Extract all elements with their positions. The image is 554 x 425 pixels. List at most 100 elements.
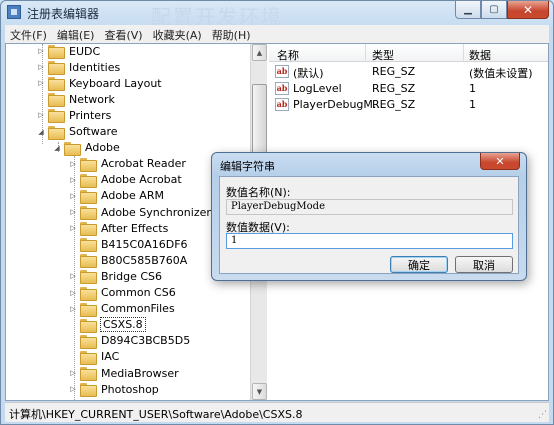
folder-icon — [80, 173, 97, 188]
column-header-data[interactable]: 数据 — [469, 47, 491, 63]
tree-item[interactable]: ▷ Keyboard Layout — [36, 75, 162, 92]
folder-icon — [48, 77, 65, 92]
menu-help[interactable]: 帮助(H) — [207, 25, 256, 43]
tree-item[interactable]: Network — [36, 91, 115, 108]
title-bar[interactable]: 注册表编辑器 配置开发环境 ▁ ▢ ✕ — [1, 1, 553, 29]
dialog-title: 编辑字符串 — [220, 160, 275, 173]
folder-icon — [48, 45, 65, 59]
expand-arrow-icon[interactable]: ▷ — [68, 385, 78, 393]
column-divider[interactable] — [463, 44, 464, 62]
tree-item-label: Adobe Synchronizer — [101, 205, 211, 219]
folder-icon — [48, 125, 65, 140]
tree-item-label: Software — [69, 125, 118, 138]
tree-item[interactable]: ▷ Printers — [36, 107, 111, 124]
folder-icon — [80, 254, 97, 269]
value-data: (数值未设置) — [469, 67, 533, 80]
tree-item-label: EUDC — [69, 44, 101, 58]
tree-item[interactable]: ▷ Adobe Synchronizer — [68, 204, 211, 220]
dialog-body: 数值名称(N): PlayerDebugMode 数值数据(V): 1 确定 取… — [219, 176, 519, 274]
scroll-up-arrow-icon[interactable]: ▲ — [252, 44, 267, 61]
tree-item[interactable]: ▷ EUDC — [36, 44, 100, 59]
collapse-arrow-icon[interactable]: ◢ — [52, 144, 62, 152]
window-title: 注册表编辑器 — [27, 7, 100, 21]
folder-icon — [80, 157, 97, 172]
folder-icon — [48, 109, 65, 124]
tree-item[interactable]: ▷ MediaBrowser — [68, 365, 179, 381]
expand-arrow-icon[interactable]: ▷ — [68, 208, 78, 216]
collapse-arrow-icon[interactable]: ◢ — [36, 128, 46, 136]
tree-item[interactable]: ▷ CommonFiles — [68, 301, 175, 317]
expand-arrow-icon[interactable]: ▷ — [68, 176, 78, 184]
tree-item[interactable]: ▷ Photoshop — [68, 381, 159, 398]
folder-icon — [80, 334, 97, 349]
folder-icon — [80, 286, 97, 301]
tree-item[interactable]: ▷ Common CS6 — [68, 285, 176, 301]
tree-item[interactable]: ▷ Acrobat Reader — [68, 156, 186, 172]
scroll-down-arrow-icon[interactable]: ▼ — [252, 383, 267, 400]
menu-favorites[interactable]: 收藏夹(A) — [148, 25, 207, 43]
expand-arrow-icon[interactable]: ▷ — [68, 305, 78, 313]
menu-bar: 文件(F) 编辑(E) 查看(V) 收藏夹(A) 帮助(H) — [5, 25, 549, 43]
menu-edit[interactable]: 编辑(E) — [52, 25, 100, 43]
tree-item-label: Common CS6 — [101, 286, 176, 299]
cancel-button[interactable]: 取消 — [455, 256, 513, 273]
column-header-type[interactable]: 类型 — [372, 47, 394, 63]
column-divider[interactable] — [365, 44, 366, 62]
expand-arrow-icon[interactable]: ▷ — [68, 224, 78, 232]
edit-string-dialog: 编辑字符串 ✕ 数值名称(N): PlayerDebugMode 数值数据(V)… — [211, 152, 527, 281]
value-row[interactable]: ab PlayerDebugM... REG_SZ 1 — [269, 97, 548, 113]
tree-item[interactable]: ◢ Adobe — [52, 140, 120, 156]
string-value-icon: ab — [275, 65, 289, 78]
tree-item-label: IAC — [101, 350, 120, 364]
folder-icon — [48, 61, 65, 76]
resize-grip-icon[interactable]: ⋰ — [538, 410, 547, 420]
folder-icon — [80, 383, 97, 398]
expand-arrow-icon[interactable]: ▷ — [68, 369, 78, 377]
dialog-close-button[interactable]: ✕ — [480, 153, 520, 170]
expand-arrow-icon[interactable]: ▷ — [68, 192, 78, 200]
expand-arrow-icon[interactable]: ▷ — [36, 111, 46, 119]
folder-icon — [64, 141, 81, 156]
value-name: LogLevel — [293, 81, 342, 95]
expand-arrow-icon[interactable]: ▷ — [36, 63, 46, 71]
regedit-app-icon — [7, 5, 21, 19]
expand-arrow-icon[interactable]: ▷ — [68, 289, 78, 297]
folder-icon — [80, 367, 97, 381]
tree-item[interactable]: D894C3BCB5D5 — [68, 333, 190, 349]
tree-item[interactable]: B415C0A16DF6 — [68, 236, 188, 253]
folder-icon — [48, 93, 65, 108]
minimize-button[interactable]: ▁ — [455, 1, 481, 19]
close-button[interactable]: ✕ — [507, 1, 549, 19]
folder-icon — [80, 350, 97, 365]
expand-arrow-icon[interactable]: ▷ — [36, 79, 46, 87]
tree-item[interactable]: ◢ Software — [36, 124, 118, 140]
tree-item[interactable]: ▷ After Effects — [68, 220, 168, 237]
tree-item-label: MediaBrowser — [101, 366, 179, 380]
value-row[interactable]: ab LogLevel REG_SZ 1 — [269, 81, 548, 97]
tree-item-label: Bridge CS6 — [101, 269, 163, 283]
value-row[interactable]: ab (默认) REG_SZ (数值未设置) — [269, 64, 548, 80]
expand-arrow-icon[interactable]: ▷ — [68, 160, 78, 168]
tree-item[interactable]: ▷ Identities — [36, 59, 120, 76]
tree-item[interactable]: ▷ Bridge CS6 — [68, 268, 163, 285]
tree-item-label: CommonFiles — [101, 302, 175, 316]
tree-item[interactable]: ▷ Adobe ARM — [68, 188, 164, 204]
tree-item[interactable]: B80C585B760A — [68, 252, 187, 269]
status-bar: 计算机\HKEY_CURRENT_USER\Software\Adobe\CSX… — [5, 402, 549, 422]
menu-view[interactable]: 查看(V) — [99, 25, 147, 43]
expand-arrow-icon[interactable]: ▷ — [68, 272, 78, 280]
tree-item[interactable]: CSXS.8 — [68, 317, 146, 333]
ok-button[interactable]: 确定 — [390, 256, 448, 273]
folder-icon — [80, 222, 97, 237]
value-type: REG_SZ — [372, 81, 416, 95]
value-data-input[interactable]: 1 — [226, 233, 513, 249]
value-type: REG_SZ — [372, 65, 416, 78]
menu-file[interactable]: 文件(F) — [5, 25, 52, 43]
value-name-label: 数值名称(N): — [226, 186, 291, 199]
column-header-name[interactable]: 名称 — [277, 47, 299, 63]
maximize-button[interactable]: ▢ — [481, 1, 507, 19]
tree-item[interactable]: ▷ Adobe Acrobat — [68, 172, 182, 188]
value-name: PlayerDebugM... — [293, 98, 384, 111]
expand-arrow-icon[interactable]: ▷ — [36, 47, 46, 55]
tree-item[interactable]: IAC — [68, 349, 119, 365]
